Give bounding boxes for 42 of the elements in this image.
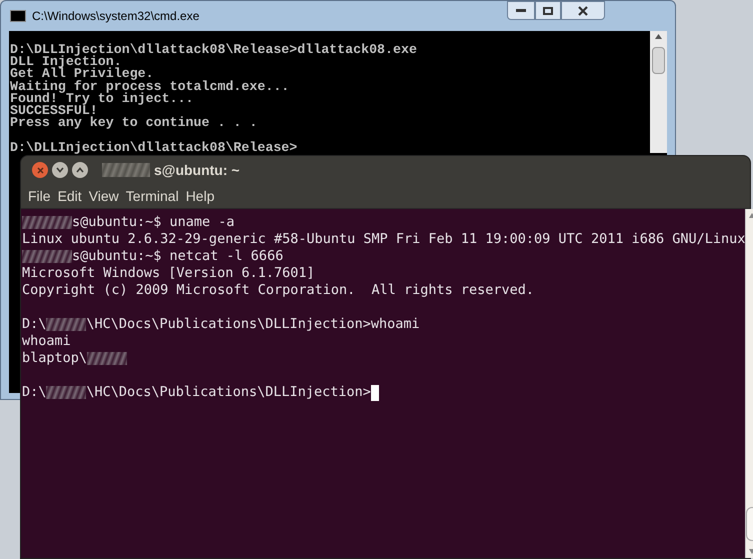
window-title: s@ubuntu: ~ [154,160,240,180]
close-icon [36,166,44,174]
maximize-button[interactable] [72,162,88,178]
minimize-button[interactable] [507,1,535,20]
terminal-line: Microsoft Windows [Version 6.1.7601] [22,264,315,284]
terminal-line: Linux ubuntu 2.6.32-29-generic #58-Ubuntu SMP Fri Feb 11 19:00:09 UTC 2011 i686 GNU/Linux [22,230,746,250]
terminal-line: \HC\Docs\Publications\DLLInjection> [86,383,371,402]
console-line: D:\DLLInjection\dllattack08\Release>dllattack08.exe [10,42,417,57]
scroll-up-icon [655,34,662,39]
redaction-blur [102,163,150,177]
console-icon [10,10,26,22]
chevron-down-icon [56,167,64,173]
redaction-blur [22,250,72,263]
menu-item[interactable]: Terminal [122,186,182,206]
menu-item[interactable]: File [25,186,54,206]
terminal-line: s@ubuntu:~$ netcat -l 6666 [72,247,284,266]
terminal-line: whoami [22,332,71,352]
redaction-blur [46,318,86,331]
redaction-blur [46,386,86,399]
terminal-line: Copyright (c) 2009 Microsoft Corporation. All rights reserved. [22,281,534,300]
terminal-line: \HC\Docs\Publications\DLLInjection>whoami [86,315,420,334]
menu-item[interactable]: Help [182,186,218,206]
scrollbar[interactable] [650,31,667,153]
terminal-line: D:\ [22,383,46,402]
text-cursor [370,384,379,400]
menu-item[interactable]: Edit [54,186,85,206]
close-icon [578,6,588,16]
minimize-button[interactable] [52,162,68,178]
terminal-line: blaptop\ [22,349,88,368]
redaction-blur [22,216,72,229]
console-line: Waiting for process totalcmd.exe... [10,78,290,94]
close-button[interactable] [561,1,605,20]
maximize-button[interactable] [535,1,561,20]
terminal-line: D:\ [22,315,46,334]
console-line: Press any key to continue . . . [10,115,258,130]
chevron-up-icon [76,167,84,173]
scroll-thumb[interactable] [652,47,665,74]
window-title: C:\Windows\system32\cmd.exe [32,8,200,25]
redaction-blur [87,352,128,365]
console-line: D:\DLLInjection\dllattack08\Release> [10,140,298,154]
terminal-line: s@ubuntu:~$ uname -a [72,213,235,232]
menu-item[interactable]: View [86,186,122,206]
